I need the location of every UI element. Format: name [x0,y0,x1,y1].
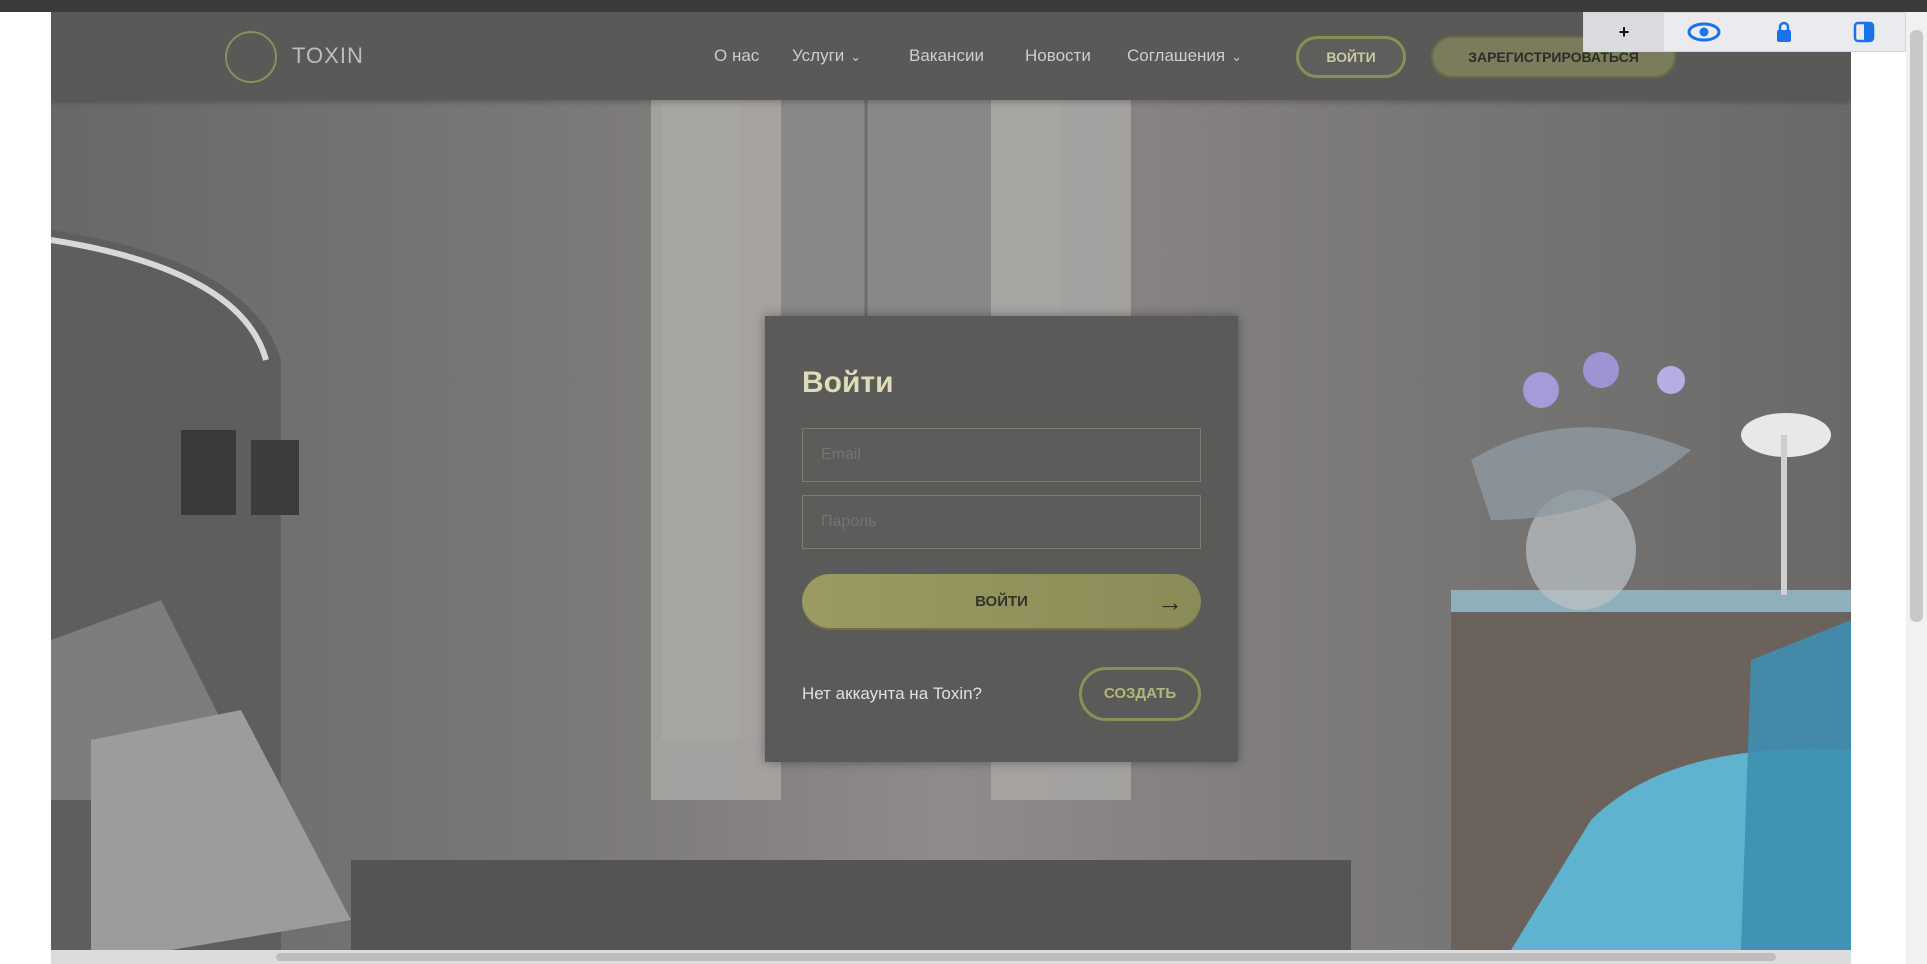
eye-icon[interactable] [1664,13,1744,51]
plus-icon[interactable]: + [1584,13,1664,51]
chevron-down-icon: ⌄ [1231,49,1243,64]
header-login-button[interactable]: ВОЙТИ [1296,36,1406,78]
nav-label: Новости [1025,46,1091,65]
nav-item-about[interactable]: О нас [714,46,759,66]
lock-icon[interactable] [1744,13,1824,51]
logo-icon[interactable] [225,31,277,83]
nav-label: О нас [714,46,760,65]
login-title: Войти [802,366,894,399]
extension-toolbar: + [1583,12,1906,52]
logo-text[interactable]: TOXIN [292,43,364,69]
contrast-icon[interactable] [1824,13,1904,51]
login-submit-label: ВОЙТИ [975,593,1028,610]
page-left-margin [0,12,51,964]
nav-item-agreements[interactable]: Соглашения ⌄ [1127,46,1242,66]
login-card: Войти ВОЙТИ → Нет аккаунта на Toxin? СОЗ… [765,316,1238,762]
nav-label: Вакансии [909,46,984,65]
horizontal-scrollbar[interactable] [51,950,1851,964]
email-field[interactable] [802,428,1201,482]
site-viewport: TOXIN О нас Услуги ⌄ Вакансии Новости Сог… [51,12,1851,950]
nav-item-news[interactable]: Новости [1025,46,1091,66]
nav-label: Соглашения [1127,46,1226,65]
password-field[interactable] [802,495,1201,549]
vertical-scrollbar[interactable] [1906,12,1927,964]
login-submit-button[interactable]: ВОЙТИ → [802,574,1201,630]
scrollbar-thumb-horizontal[interactable] [276,953,1776,961]
nav-item-vacancies[interactable]: Вакансии [909,46,984,66]
chevron-down-icon: ⌄ [850,49,862,64]
page-right-margin [1851,12,1906,964]
arrow-right-icon: → [1157,587,1183,617]
browser-top-strip [0,0,1927,12]
scrollbar-thumb[interactable] [1910,30,1923,622]
no-account-text: Нет аккаунта на Toxin? [802,684,983,703]
create-account-button[interactable]: СОЗДАТЬ [1079,667,1201,721]
site-header: TOXIN О нас Услуги ⌄ Вакансии Новости Сог… [51,12,1851,100]
nav-item-services[interactable]: Услуги ⌄ [792,46,861,66]
nav-label: Услуги [792,46,845,65]
